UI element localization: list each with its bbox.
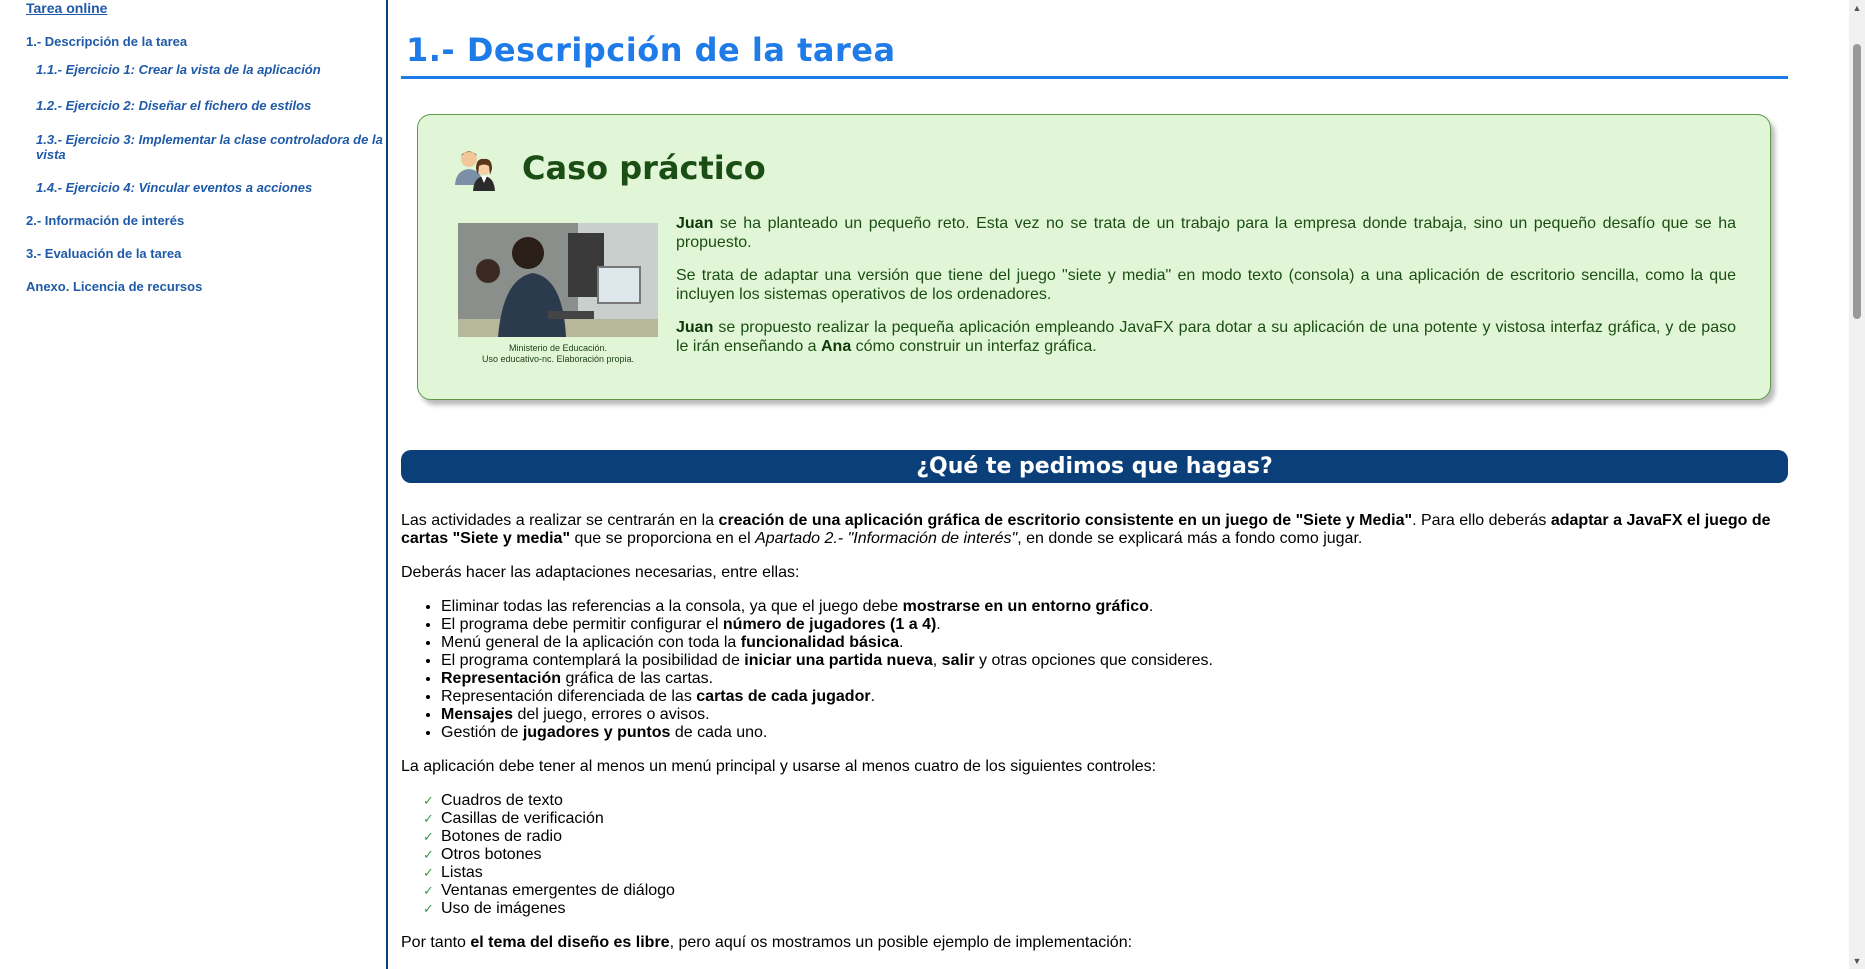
case-paragraph-1: Juan se ha planteado un pequeño reto. Es… [676,215,1736,251]
title-divider [401,76,1788,79]
photo-caption: Ministerio de Educación. Uso educativo-n… [481,343,635,364]
closing-paragraph: Por tanto el tema del diseño es libre, p… [401,934,1133,951]
controls-intro: La aplicación debe tener al menos un men… [401,758,1157,775]
list-item: Uso de imágenes [423,900,675,918]
list-item: Botones de radio [423,828,675,846]
case-paragraph-2: Se trata de adaptar una versión que tien… [676,267,1736,303]
nav-item-descripcion[interactable]: 1.- Descripción de la tarea [26,34,187,49]
list-item: Menú general de la aplicación con toda l… [441,634,1213,652]
case-text: Juan se ha planteado un pequeño reto. Es… [676,214,1736,370]
users-icon [452,145,500,193]
list-item: El programa debe permitir configurar el … [441,616,1213,634]
page-title: 1.- Descripción de la tarea [406,31,896,69]
case-study-box: Caso práctico Ministerio de Educación. U… [417,114,1771,400]
adaptations-intro: Deberás hacer las adaptaciones necesaria… [401,564,800,581]
home-link[interactable]: Tarea online [26,0,107,16]
case-photo [458,223,658,337]
nav-item-ejercicio-4[interactable]: 1.4.- Ejercicio 4: Vincular eventos a ac… [36,180,386,195]
list-item: Eliminar todas las referencias a la cons… [441,598,1213,616]
sidebar-nav: Tarea online 1.- Descripción de la tarea… [0,0,388,969]
list-item: Representación gráfica de las cartas. [441,670,1213,688]
list-item: El programa contemplará la posibilidad d… [441,652,1213,670]
nav-item-evaluacion[interactable]: 3.- Evaluación de la tarea [26,246,181,261]
nav-item-ejercicio-2[interactable]: 1.2.- Ejercicio 2: Diseñar el fichero de… [36,98,386,113]
scroll-thumb[interactable] [1853,44,1861,319]
controls-list: Cuadros de texto Casillas de verificació… [401,792,675,918]
nav-item-anexo[interactable]: Anexo. Licencia de recursos [26,279,202,294]
list-item: Representación diferenciada de las carta… [441,688,1213,706]
vertical-scrollbar[interactable]: ▲ ▼ [1849,0,1865,969]
list-item: Casillas de verificación [423,810,675,828]
case-title: Caso práctico [522,149,766,187]
scroll-down-arrow-icon[interactable]: ▼ [1852,956,1862,966]
list-item: Otros botones [423,846,675,864]
nav-item-ejercicio-3[interactable]: 1.3.- Ejercicio 3: Implementar la clase … [36,132,386,162]
list-item: Ventanas emergentes de diálogo [423,882,675,900]
section-banner: ¿Qué te pedimos que hagas? [401,450,1788,483]
adaptations-list: Eliminar todas las referencias a la cons… [401,598,1213,742]
list-item: Gestión de jugadores y puntos de cada un… [441,724,1213,742]
nav-item-ejercicio-1[interactable]: 1.1.- Ejercicio 1: Crear la vista de la … [36,62,386,77]
list-item: Mensajes del juego, errores o avisos. [441,706,1213,724]
list-item: Listas [423,864,675,882]
intro-paragraph: Las actividades a realizar se centrarán … [401,512,1771,547]
case-paragraph-3: Juan se propuesto realizar la pequeña ap… [676,319,1736,355]
main-content: 1.- Descripción de la tarea Caso práctic… [401,0,1788,969]
nav-item-informacion[interactable]: 2.- Información de interés [26,213,184,228]
scroll-up-arrow-icon[interactable]: ▲ [1852,3,1862,13]
list-item: Cuadros de texto [423,792,675,810]
